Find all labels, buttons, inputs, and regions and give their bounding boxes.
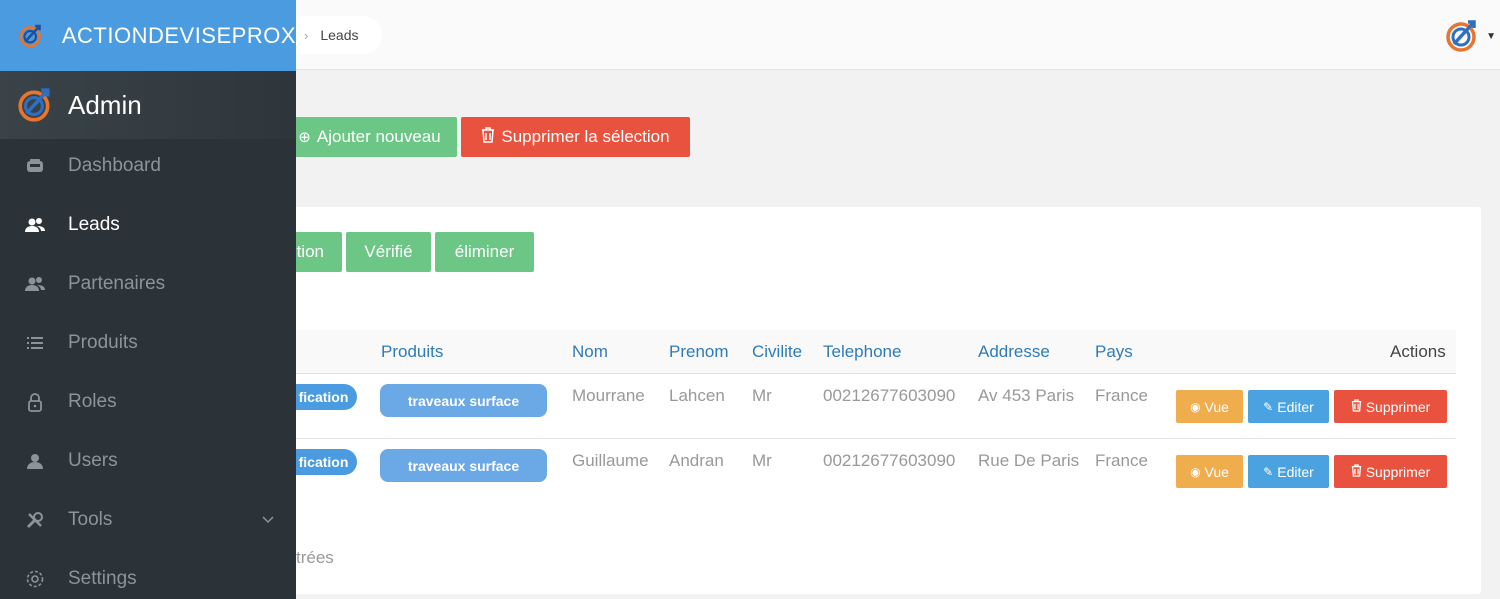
view-button[interactable]: ◉ Vue — [1176, 390, 1243, 423]
product-badge: traveaux surface — [380, 384, 547, 417]
add-new-label: Ajouter nouveau — [316, 127, 441, 146]
filter-verified-button[interactable]: Vérifié — [346, 232, 431, 272]
col-addresse[interactable]: Addresse — [978, 342, 1050, 362]
breadcrumb-current[interactable]: Leads — [320, 27, 358, 43]
col-actions: Actions — [1390, 342, 1446, 361]
lock-icon — [24, 392, 46, 412]
view-label: Vue — [1204, 398, 1229, 415]
tools-icon — [24, 511, 46, 529]
cell-nom: Guillaume — [572, 451, 649, 470]
user-menu[interactable]: ▼ — [1444, 18, 1496, 54]
avatar[interactable] — [1444, 18, 1480, 54]
brand-name: ACTIONDEVISEPROX — [61, 22, 296, 48]
sidebar-item-label: Users — [68, 449, 118, 471]
sidebar-item-produits[interactable]: Produits — [0, 313, 296, 372]
cell-civilite: Mr — [752, 386, 772, 405]
delete-button[interactable]: Supprimer — [1334, 455, 1447, 488]
col-telephone[interactable]: Telephone — [823, 342, 901, 362]
edit-label: Editer — [1277, 463, 1314, 480]
cell-addresse: Rue De Paris — [978, 451, 1080, 470]
view-button[interactable]: ◉ Vue — [1176, 455, 1243, 488]
cell-pays: France — [1095, 451, 1148, 470]
cell-telephone: 00212677603090 — [823, 451, 956, 470]
delete-selection-button[interactable]: Supprimer la sélection — [461, 117, 690, 157]
cell-prenom: Andran — [669, 451, 724, 470]
edit-label: Editer — [1277, 398, 1314, 415]
chevron-down-icon — [262, 512, 274, 527]
sidebar-item-label: Dashboard — [68, 154, 161, 176]
status-badge-label: fication — [298, 389, 349, 405]
status-badge-label: fication — [298, 454, 349, 470]
cell-telephone: 00212677603090 — [823, 386, 956, 405]
edit-icon: ✎ — [1263, 464, 1274, 479]
sidebar-item-label: Leads — [68, 213, 120, 235]
col-nom[interactable]: Nom — [572, 342, 608, 362]
edit-button[interactable]: ✎ Editer — [1248, 455, 1329, 488]
sidebar-item-label: Settings — [68, 567, 137, 589]
product-badge-label: traveaux surface — [407, 392, 520, 409]
sidebar-item-label: Produits — [68, 331, 138, 353]
table-info: trées — [296, 548, 334, 567]
users-icon — [24, 217, 46, 233]
sidebar-item-settings[interactable]: Settings — [0, 549, 296, 599]
cell-civilite: Mr — [752, 451, 772, 470]
delete-button[interactable]: Supprimer — [1334, 390, 1447, 423]
users-icon — [24, 276, 46, 292]
col-produits[interactable]: Produits — [381, 342, 443, 362]
cell-nom: Mourrane — [572, 386, 645, 405]
chevron-down-icon[interactable]: ▼ — [1486, 31, 1496, 42]
cell-pays: France — [1095, 386, 1148, 405]
col-prenom[interactable]: Prenom — [669, 342, 729, 362]
trash-icon — [1351, 398, 1362, 415]
sidebar-item-users[interactable]: Users — [0, 431, 296, 490]
trash-icon — [481, 127, 495, 147]
delete-selection-label: Supprimer la sélection — [501, 127, 670, 146]
admin-profile: Admin — [0, 71, 296, 139]
trash-icon — [1351, 463, 1362, 480]
edit-button[interactable]: ✎ Editer — [1248, 390, 1329, 423]
row-divider — [280, 438, 1456, 439]
sidebar-item-label: Roles — [68, 390, 117, 412]
delete-label: Supprimer — [1365, 463, 1431, 480]
product-badge: traveaux surface — [380, 449, 547, 482]
sidebar-item-tools[interactable]: Tools — [0, 490, 296, 549]
eye-icon: ◉ — [1190, 464, 1201, 479]
sidebar-item-leads[interactable]: Leads — [0, 195, 296, 254]
sidebar-item-label: Tools — [68, 508, 113, 530]
brand-bar[interactable]: ACTIONDEVISEPROX — [0, 0, 296, 71]
eye-icon: ◉ — [1190, 399, 1201, 414]
admin-name: Admin — [68, 89, 142, 120]
sidebar-item-dashboard[interactable]: Dashboard — [0, 136, 296, 195]
sidebar-item-label: Partenaires — [68, 272, 166, 294]
sidebar: ACTIONDEVISEPROX Admin Dashboard Leads P… — [0, 0, 296, 599]
edit-icon: ✎ — [1263, 399, 1274, 414]
sidebar-item-roles[interactable]: Roles — [0, 372, 296, 431]
col-pays[interactable]: Pays — [1095, 342, 1133, 362]
list-icon — [24, 336, 46, 350]
chevron-right-icon: › — [304, 27, 309, 43]
admin-logo — [18, 88, 50, 122]
filter-partial-label: tion — [296, 242, 324, 261]
dashboard-icon — [24, 158, 46, 174]
user-icon — [24, 453, 46, 469]
filter-eliminate-button[interactable]: éliminer — [435, 232, 534, 272]
delete-label: Supprimer — [1365, 398, 1431, 415]
cell-addresse: Av 453 Paris — [978, 386, 1075, 405]
col-civilite[interactable]: Civilite — [752, 342, 802, 362]
plus-circle-icon: ⊕ — [298, 129, 311, 146]
gear-icon — [24, 569, 46, 589]
add-new-button[interactable]: ⊕ Ajouter nouveau — [282, 117, 457, 157]
sidebar-item-partenaires[interactable]: Partenaires — [0, 254, 296, 313]
view-label: Vue — [1204, 463, 1229, 480]
filter-eliminate-label: éliminer — [454, 242, 515, 261]
filter-verified-label: Vérifié — [364, 242, 413, 261]
logo — [19, 24, 41, 47]
product-badge-label: traveaux surface — [407, 457, 520, 474]
cell-prenom: Lahcen — [669, 386, 725, 405]
